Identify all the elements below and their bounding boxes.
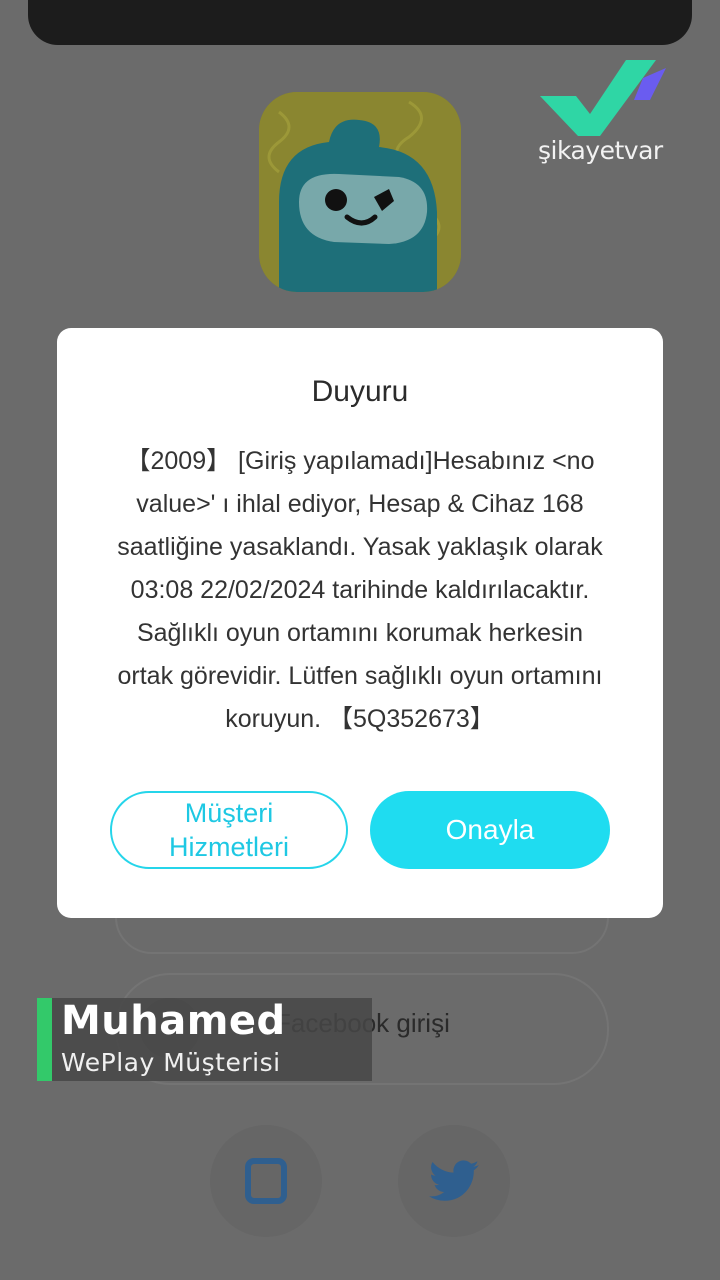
twitter-icon	[429, 1160, 479, 1201]
dialog-message: 【2009】 [Giriş yapılamadı]Hesabınız <no v…	[117, 447, 603, 733]
top-bar	[28, 0, 692, 45]
brand-logo: şikayetvar	[530, 58, 680, 173]
twitter-login-button[interactable]	[398, 1125, 510, 1237]
caption-subtitle: WePlay Müşterisi	[61, 1048, 281, 1077]
brand-name: şikayetvar	[538, 136, 663, 165]
customer-service-button[interactable]: Müşteri Hizmetleri	[110, 791, 348, 869]
caption-accent-bar	[37, 998, 52, 1081]
dialog-title: Duyuru	[311, 375, 409, 408]
tablet-login-button[interactable]	[210, 1125, 322, 1237]
weplay-mascot-icon	[259, 92, 461, 292]
checkmark-logo-icon	[540, 60, 666, 136]
confirm-button[interactable]: Onayla	[370, 791, 610, 869]
caption-name: Muhamed	[61, 998, 286, 1044]
tablet-icon	[245, 1158, 287, 1204]
caption-overlay: Muhamed WePlay Müşterisi	[37, 998, 372, 1081]
